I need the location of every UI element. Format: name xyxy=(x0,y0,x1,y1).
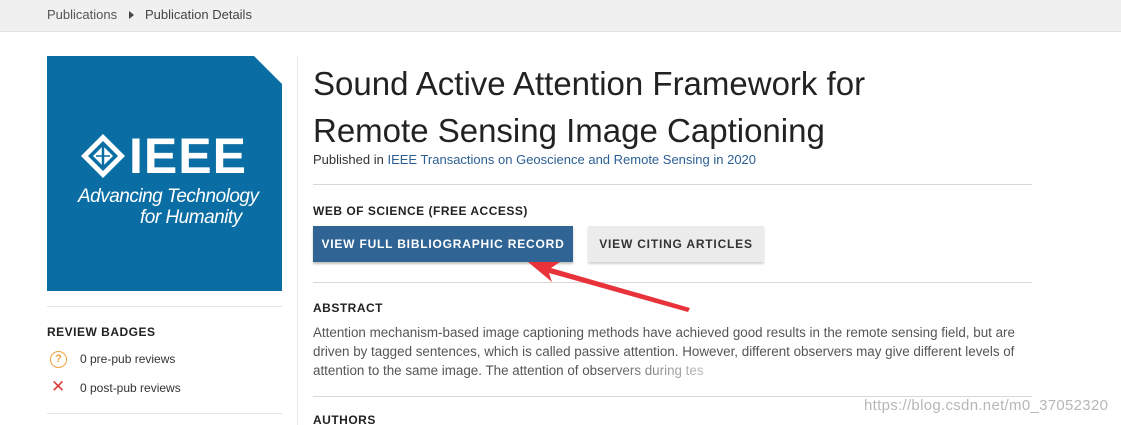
annotation-arrow-icon xyxy=(528,262,690,312)
ieee-diamond-icon xyxy=(81,134,125,178)
pre-pub-reviews-count: 0 pre-pub reviews xyxy=(80,352,176,366)
logo-wordmark: IEEE xyxy=(129,128,247,184)
logo-folded-corner xyxy=(254,56,282,84)
abstract-heading: ABSTRACT xyxy=(313,301,383,315)
breadcrumb: Publications Publication Details xyxy=(0,0,1121,32)
question-circle-icon: ? xyxy=(50,351,67,368)
breadcrumb-item-publication-details: Publication Details xyxy=(145,7,252,22)
sidebar-divider xyxy=(47,306,282,307)
column-divider xyxy=(297,56,298,425)
logo-tagline-line-2: for Humanity xyxy=(140,207,242,228)
published-prefix: Published in xyxy=(313,152,384,167)
abstract-fade-overlay xyxy=(600,360,840,382)
section-divider xyxy=(313,184,1032,185)
x-icon: ✕ xyxy=(51,377,66,396)
journal-link[interactable]: IEEE Transactions on Geoscience and Remo… xyxy=(387,152,756,167)
post-pub-reviews-count: 0 post-pub reviews xyxy=(80,381,181,395)
authors-heading: AUTHORS xyxy=(313,413,376,425)
web-of-science-heading: WEB OF SCIENCE (FREE ACCESS) xyxy=(313,204,528,218)
publication-title: Sound Active Attention Framework for Rem… xyxy=(313,65,866,149)
watermark: https://blog.csdn.net/m0_37052320 xyxy=(864,397,1109,414)
chevron-right-icon xyxy=(129,11,134,19)
breadcrumb-item-publications[interactable]: Publications xyxy=(47,7,117,22)
published-in-line: Published in IEEE Transactions on Geosci… xyxy=(313,152,756,167)
review-badges-heading: REVIEW BADGES xyxy=(47,325,156,339)
logo-tagline-line-1: Advancing Technology xyxy=(78,186,259,207)
sidebar-divider xyxy=(47,413,282,414)
